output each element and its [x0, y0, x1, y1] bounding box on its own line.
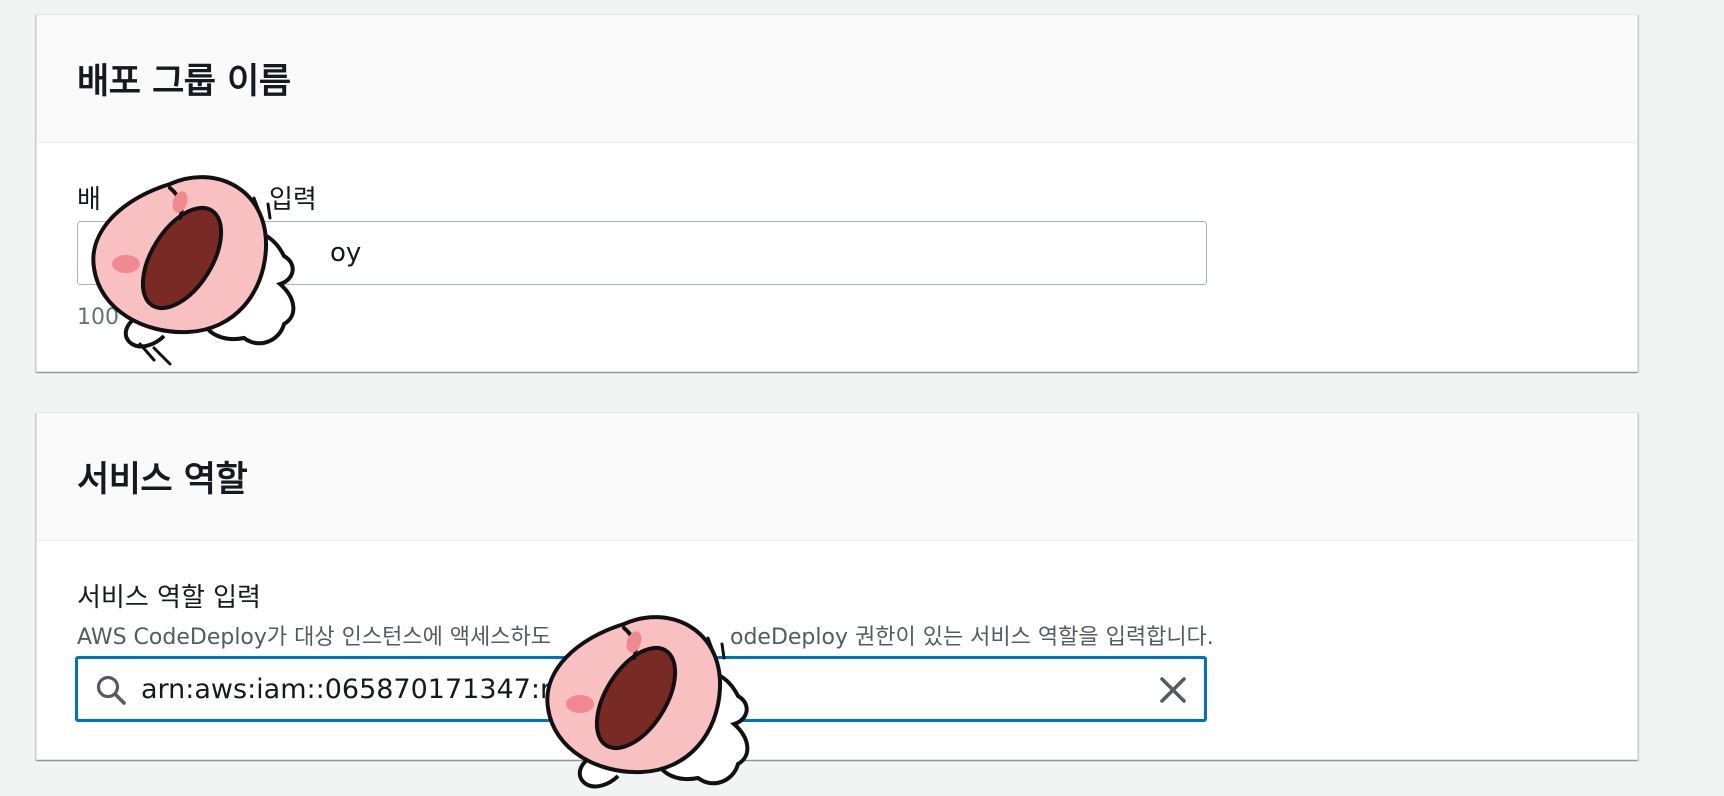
close-icon[interactable] [1156, 673, 1190, 707]
panel-title: 서비스 역할 [77, 460, 248, 500]
service-role-label: 서비스 역할 입력 [77, 583, 261, 613]
search-icon [96, 675, 126, 705]
crying-character-sticker [545, 615, 750, 789]
service-role-description-end: odeDeploy 권한이 있는 서비스 역할을 입력합니다. [730, 625, 1214, 650]
panel-title: 배포 그룹 이름 [77, 62, 291, 102]
service-role-description: AWS CodeDeploy가 대상 인스턴스에 액세스하도 [77, 625, 552, 650]
page: 배포 그룹 이름 배 입력 oy 100 서비스 역할 서비스 역할 입력 AW… [0, 0, 1724, 796]
crying-character-sticker [91, 175, 296, 366]
panel-header: 배포 그룹 이름 [37, 15, 1637, 143]
service-role-input-value: arn:aws:iam::065870171347:rol [141, 673, 575, 705]
panel-header: 서비스 역할 [37, 413, 1637, 541]
deployment-group-name-value: oy [330, 238, 362, 268]
